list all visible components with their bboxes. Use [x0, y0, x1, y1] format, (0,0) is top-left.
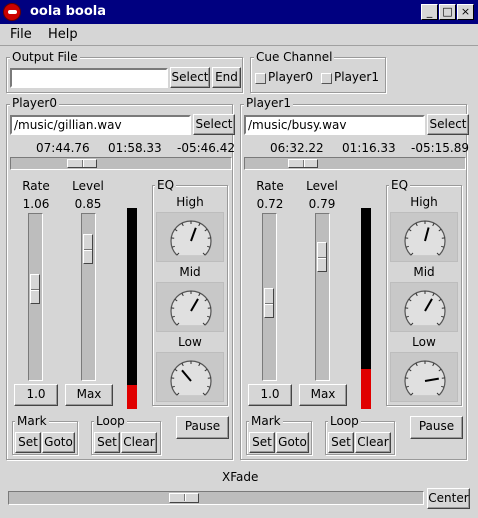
menu-help[interactable]: Help: [48, 27, 78, 42]
player1-level-slider[interactable]: [315, 213, 330, 381]
player1-pause-button[interactable]: Pause: [410, 416, 463, 439]
player0-eq-mid-label: Mid: [179, 265, 201, 279]
player1-position-slider[interactable]: [244, 157, 466, 170]
player0-position-thumb[interactable]: [67, 159, 97, 168]
player1-loop-title: Loop: [328, 414, 361, 428]
player1-mark-goto-button[interactable]: Goto: [276, 432, 309, 453]
player1-loop-clear-button[interactable]: Clear: [355, 432, 391, 453]
player0-rate-reset-button[interactable]: 1.0: [14, 384, 58, 406]
output-select-button[interactable]: Select: [170, 67, 210, 88]
player0-mark-goto-button[interactable]: Goto: [42, 432, 75, 453]
maximize-button[interactable]: □: [439, 4, 456, 20]
player1-title: Player1: [244, 96, 293, 110]
player1-rate-thumb[interactable]: [264, 288, 274, 318]
player1-level-value: 0.79: [308, 197, 336, 211]
player0-remaining-time: -05:46.42: [177, 141, 235, 155]
player1-eq-high-label: High: [410, 195, 438, 209]
player1-elapsed-time: 06:32.22: [270, 141, 324, 155]
player1-eq-high-knob[interactable]: [390, 212, 458, 262]
player0-mark-set-button[interactable]: Set: [15, 432, 41, 453]
player0-level-slider[interactable]: [81, 213, 96, 381]
player0-elapsed-time: 07:44.76: [36, 141, 90, 155]
player0-rate-label: Rate: [22, 179, 50, 193]
player0-level-thumb[interactable]: [83, 234, 93, 264]
player1-file-input[interactable]: /music/busy.wav: [244, 115, 425, 135]
player0-max-button[interactable]: Max: [65, 384, 113, 406]
player0-title: Player0: [10, 96, 59, 110]
player1-level-label: Level: [306, 179, 338, 193]
player0-eq-high-knob[interactable]: [156, 212, 224, 262]
xfade-label: XFade: [222, 470, 259, 484]
title-bar: oola boola _ □ ×: [0, 0, 478, 24]
player0-eq-low-knob[interactable]: [156, 352, 224, 402]
output-file-input[interactable]: [10, 68, 168, 88]
player0-eq-title: EQ: [155, 178, 177, 192]
player0-loop-clear-button[interactable]: Clear: [121, 432, 157, 453]
player0-rate-value: 1.06: [22, 197, 50, 211]
player0-eq-mid-knob[interactable]: [156, 282, 224, 332]
cue-channel-title: Cue Channel: [254, 50, 335, 64]
player0-vu-meter: [127, 208, 137, 409]
player0-rate-slider[interactable]: [28, 213, 43, 381]
app-icon: [3, 3, 21, 21]
menu-bar: File Help: [0, 24, 478, 46]
player0-eq-high-label: High: [176, 195, 204, 209]
player0-rate-thumb[interactable]: [30, 274, 40, 304]
window-title: oola boola: [30, 4, 107, 19]
player0-loop-title: Loop: [94, 414, 127, 428]
player0-pause-button[interactable]: Pause: [176, 416, 229, 439]
player1-eq-mid-label: Mid: [413, 265, 435, 279]
menu-file[interactable]: File: [10, 27, 32, 42]
player1-rate-value: 0.72: [256, 197, 284, 211]
player1-mark-title: Mark: [249, 414, 283, 428]
player1-level-thumb[interactable]: [317, 242, 327, 272]
player1-eq-mid-knob[interactable]: [390, 282, 458, 332]
cue-player0-checkbox[interactable]: [255, 73, 266, 84]
player1-eq-title: EQ: [389, 178, 411, 192]
player1-vu-meter: [361, 208, 371, 409]
cue-player0-label: Player0: [268, 70, 313, 84]
output-end-button[interactable]: End: [212, 67, 241, 88]
player0-level-label: Level: [72, 179, 104, 193]
xfade-slider[interactable]: [8, 491, 424, 505]
player1-select-button[interactable]: Select: [427, 114, 469, 135]
player1-rate-slider[interactable]: [262, 213, 277, 381]
player0-eq-low-label: Low: [178, 335, 202, 349]
player1-position-thumb[interactable]: [288, 159, 318, 168]
player0-mark-title: Mark: [15, 414, 49, 428]
cue-player1-label: Player1: [334, 70, 379, 84]
player0-position-slider[interactable]: [10, 157, 232, 170]
player0-file-input[interactable]: /music/gillian.wav: [10, 115, 191, 135]
output-file-title: Output File: [10, 50, 80, 64]
cue-player1-checkbox[interactable]: [321, 73, 332, 84]
close-button[interactable]: ×: [457, 4, 474, 20]
player1-remaining-time: -05:15.89: [411, 141, 469, 155]
player1-max-button[interactable]: Max: [299, 384, 347, 406]
xfade-center-button[interactable]: Center: [427, 488, 470, 509]
player0-loop-set-button[interactable]: Set: [94, 432, 120, 453]
player1-rate-reset-button[interactable]: 1.0: [248, 384, 292, 406]
player1-eq-low-knob[interactable]: [390, 352, 458, 402]
player1-rate-label: Rate: [256, 179, 284, 193]
player1-loop-set-button[interactable]: Set: [328, 432, 354, 453]
player1-eq-low-label: Low: [412, 335, 436, 349]
minimize-button[interactable]: _: [421, 4, 438, 20]
player0-select-button[interactable]: Select: [193, 114, 235, 135]
player1-mark-set-button[interactable]: Set: [249, 432, 275, 453]
player0-total-time: 01:58.33: [108, 141, 162, 155]
player1-total-time: 01:16.33: [342, 141, 396, 155]
xfade-slider-thumb[interactable]: [169, 493, 199, 503]
player0-level-value: 0.85: [74, 197, 102, 211]
